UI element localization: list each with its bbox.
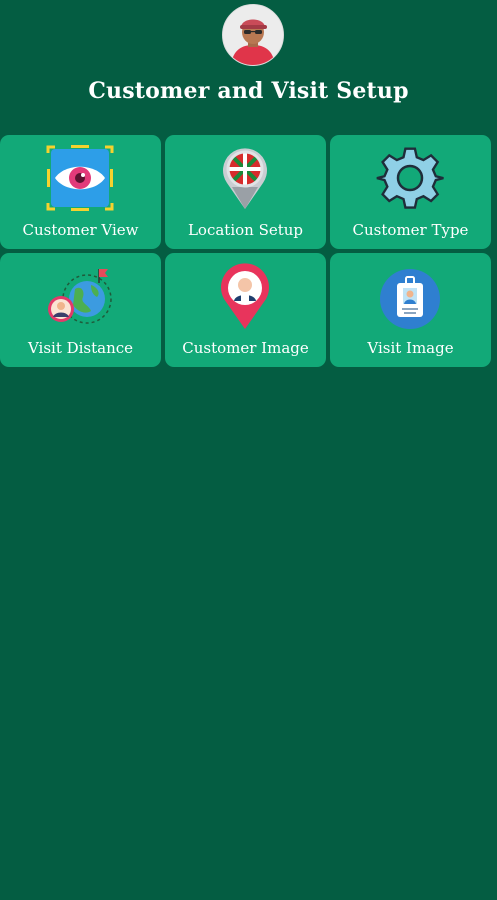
- globe-distance-icon: [45, 261, 115, 331]
- eye-icon: [45, 143, 115, 213]
- customer-view-tile[interactable]: Customer View: [0, 135, 161, 249]
- tile-label: Location Setup: [187, 221, 304, 239]
- customer-type-tile[interactable]: Customer Type: [330, 135, 491, 249]
- page-title: Customer and Visit Setup: [88, 78, 409, 104]
- location-setup-tile[interactable]: Location Setup: [165, 135, 326, 249]
- customer-pin-icon: [210, 261, 280, 331]
- tile-label: Visit Distance: [27, 339, 134, 357]
- tile-label: Customer Type: [352, 221, 469, 239]
- gear-icon: [375, 143, 445, 213]
- location-pin-flag-icon: [210, 143, 280, 213]
- customer-image-tile[interactable]: Customer Image: [165, 253, 326, 367]
- visit-image-tile[interactable]: Visit Image: [330, 253, 491, 367]
- tile-label: Customer View: [22, 221, 139, 239]
- avatar[interactable]: [222, 4, 284, 66]
- visit-distance-tile[interactable]: Visit Distance: [0, 253, 161, 367]
- id-badge-icon: [375, 261, 445, 331]
- tile-label: Customer Image: [182, 339, 309, 357]
- tile-label: Visit Image: [367, 339, 454, 357]
